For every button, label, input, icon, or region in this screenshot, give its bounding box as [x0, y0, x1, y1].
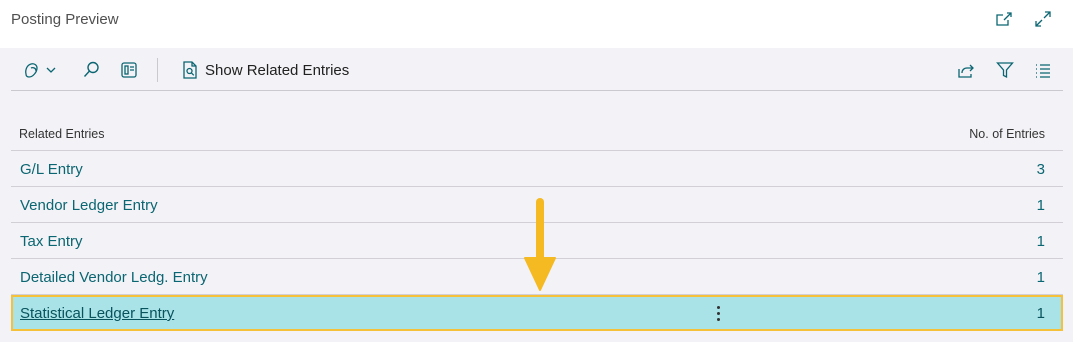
column-header-related-entries[interactable]: Related Entries	[19, 127, 104, 141]
document-search-icon	[183, 61, 197, 79]
entry-name-link[interactable]: Detailed Vendor Ledg. Entry	[20, 269, 208, 286]
show-related-entries-button[interactable]: Show Related Entries	[181, 59, 349, 81]
row-actions-menu-icon[interactable]	[713, 303, 723, 323]
entry-name-link[interactable]: Tax Entry	[20, 233, 83, 250]
toolbar-separator	[157, 58, 158, 82]
entry-count[interactable]: 1	[1037, 269, 1045, 286]
list-view-icon[interactable]	[1033, 60, 1053, 80]
chevron-down-icon	[46, 67, 56, 73]
table-row[interactable]: G/L Entry 3	[11, 151, 1063, 187]
search-icon[interactable]	[81, 60, 101, 80]
table-row-selected[interactable]: Statistical Ledger Entry 1	[11, 295, 1063, 331]
share-icon[interactable]	[956, 60, 976, 80]
expand-icon[interactable]	[1033, 9, 1053, 29]
entry-name-link[interactable]: G/L Entry	[20, 161, 83, 178]
copilot-menu-button[interactable]	[23, 60, 61, 80]
entry-name-link[interactable]: Vendor Ledger Entry	[20, 197, 158, 214]
down-arrow-icon	[520, 196, 560, 294]
entry-count[interactable]: 1	[1037, 233, 1045, 250]
show-related-entries-label: Show Related Entries	[205, 61, 350, 79]
page-header: Posting Preview	[0, 0, 1073, 48]
entry-count[interactable]: 1	[1037, 305, 1045, 322]
open-in-new-window-icon[interactable]	[994, 9, 1014, 29]
grid-header: Related Entries No. of Entries	[11, 115, 1063, 151]
entry-count[interactable]: 3	[1037, 161, 1045, 178]
entry-count[interactable]: 1	[1037, 197, 1045, 214]
layout-icon[interactable]	[119, 60, 139, 80]
copilot-icon	[25, 63, 38, 78]
content-area: Show Related Entries Related Entries No.…	[0, 48, 1073, 342]
column-header-no-of-entries[interactable]: No. of Entries	[969, 127, 1045, 141]
page-title: Posting Preview	[11, 11, 119, 28]
entry-name-link[interactable]: Statistical Ledger Entry	[20, 305, 174, 322]
filter-icon[interactable]	[995, 60, 1015, 80]
action-bar: Show Related Entries	[11, 48, 1063, 91]
